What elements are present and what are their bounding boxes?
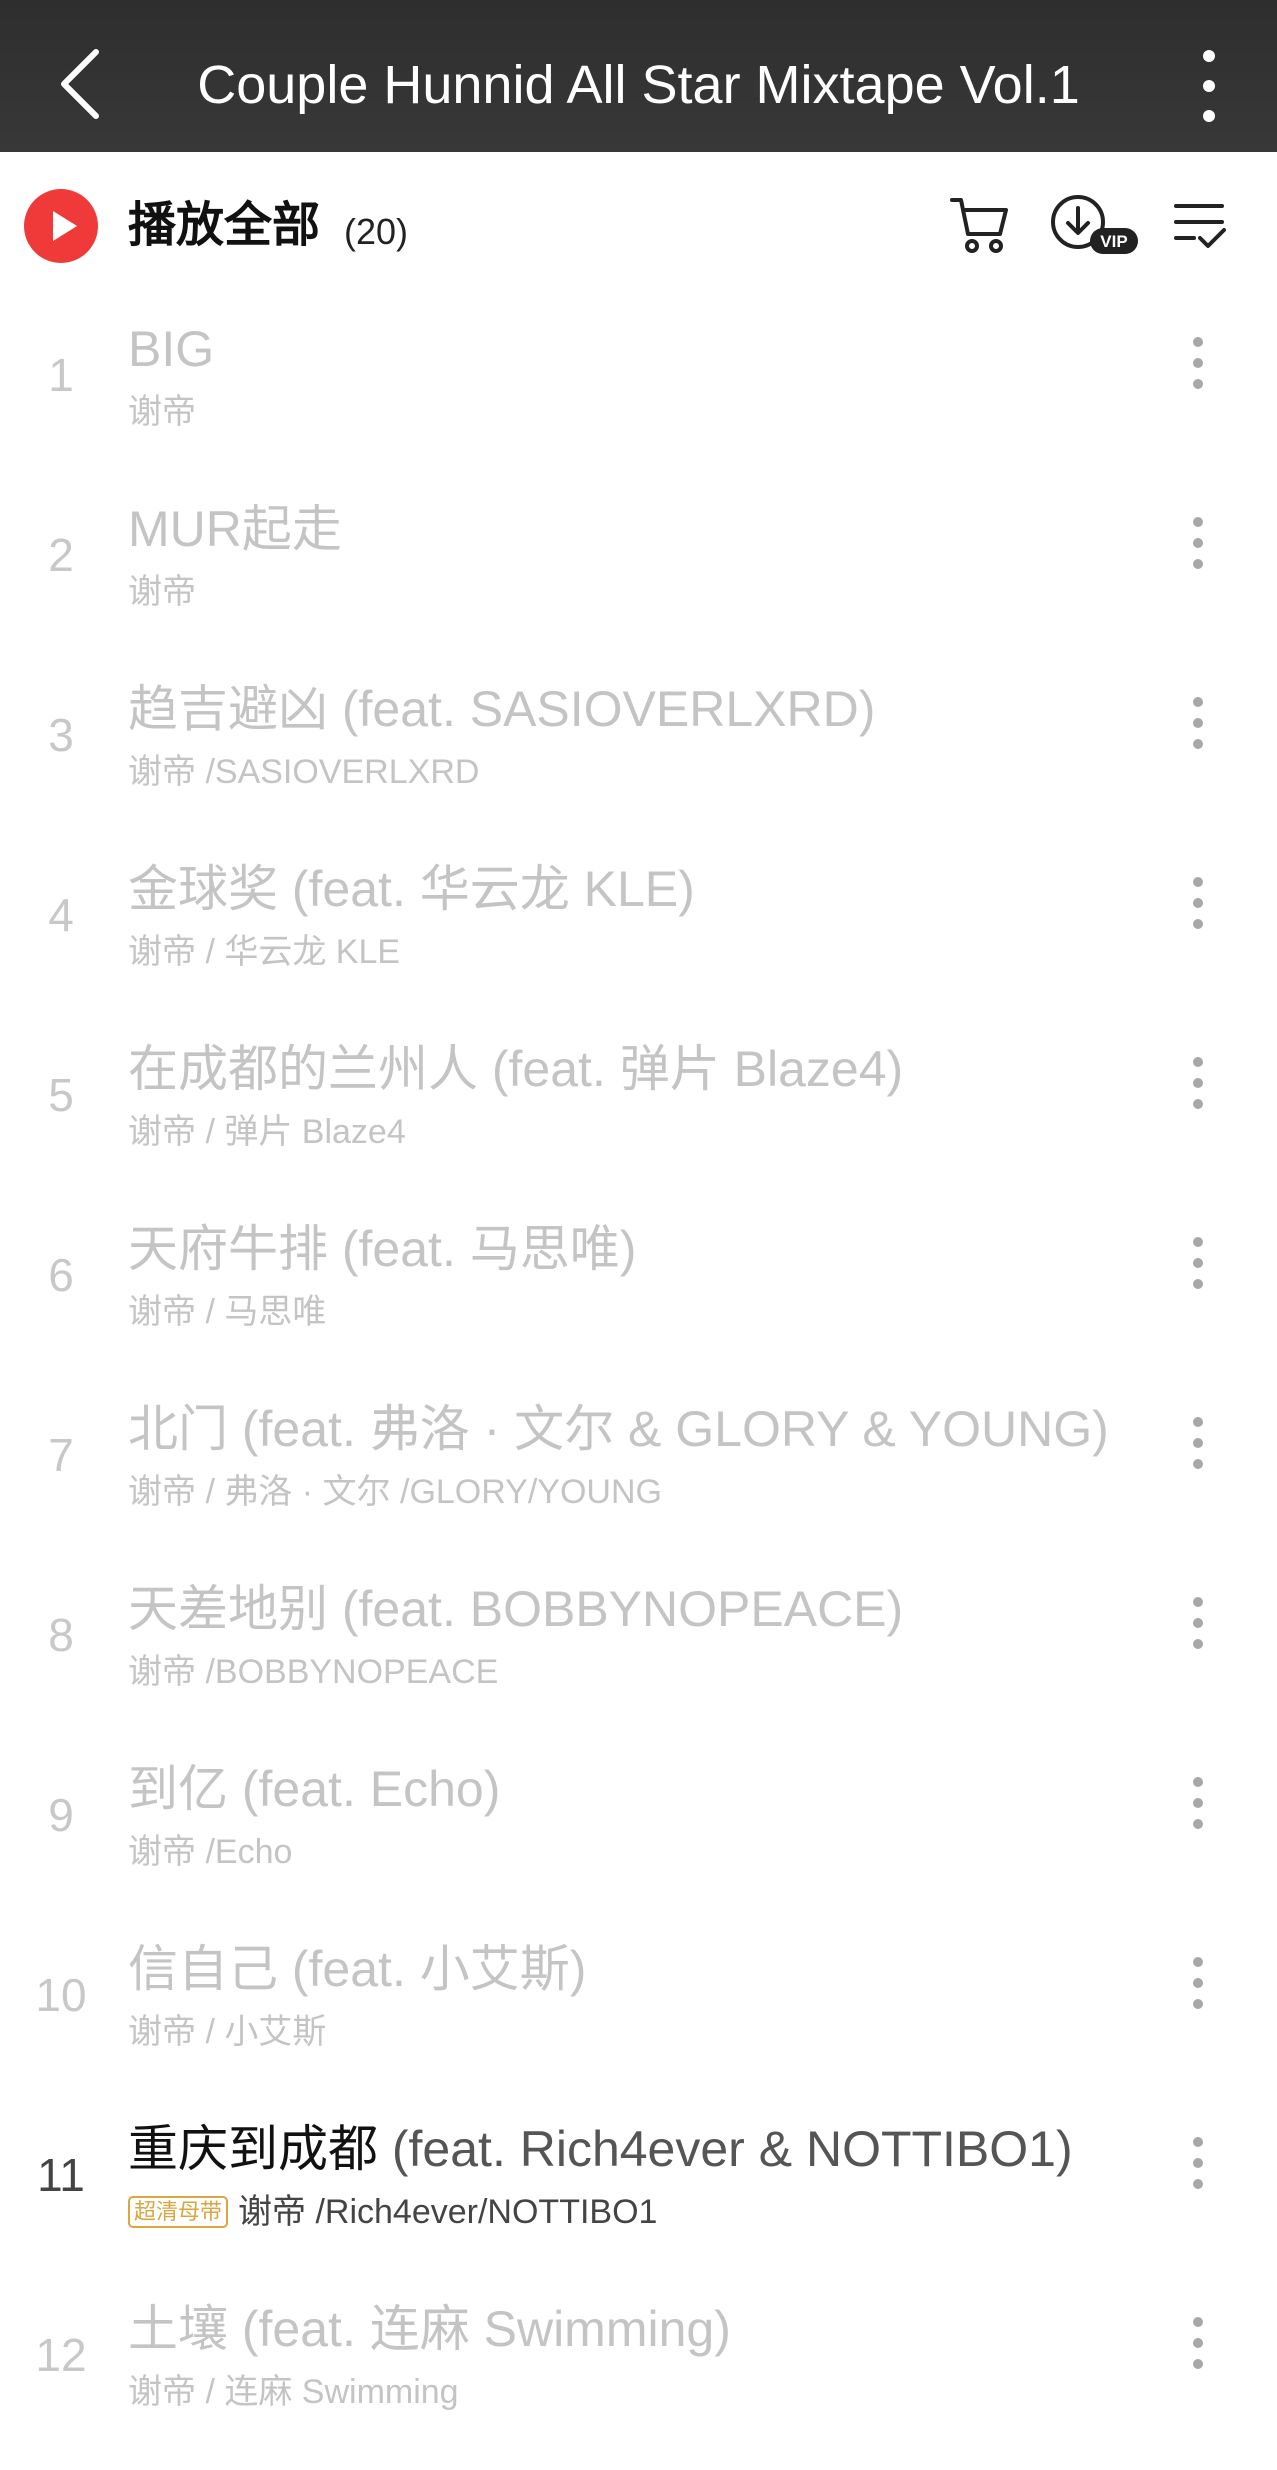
track-number: 5	[48, 1069, 74, 1121]
track-title: 天差地别 (feat. BOBBYNOPEACE)	[128, 1580, 903, 1638]
track-title-feat: (feat. Rich4ever & NOTTIBO1)	[378, 2121, 1073, 2177]
track-title: 金球奖 (feat. 华云龙 KLE)	[128, 860, 695, 918]
track-number: 8	[48, 1609, 74, 1661]
track-artists: 谢帝	[128, 393, 196, 431]
vertical-dots-icon[interactable]	[1188, 1054, 1208, 1112]
track-row[interactable]: 8 天差地别 (feat. BOBBYNOPEACE) 谢帝 /BOBBYNOP…	[0, 1570, 1277, 1750]
list-check-icon[interactable]	[1172, 196, 1228, 254]
track-number: 4	[48, 889, 74, 941]
vertical-dots-icon[interactable]	[1188, 694, 1208, 752]
track-artists: 谢帝 /BOBBYNOPEACE	[128, 1653, 499, 1691]
track-number: 2	[48, 529, 74, 581]
track-title: 趋吉避凶 (feat. SASIOVERLXRD)	[128, 680, 875, 738]
track-number: 9	[48, 1789, 74, 1841]
track-artists: 谢帝 /Echo	[128, 1833, 293, 1871]
track-artists: 谢帝 / 小艾斯	[128, 2013, 327, 2051]
vertical-dots-icon[interactable]	[1188, 1954, 1208, 2012]
track-artists: 谢帝 /SASIOVERLXRD	[128, 753, 480, 791]
track-artists: 谢帝 / 连麻 Swimming	[128, 2373, 459, 2411]
track-title-main: 到亿	[128, 1761, 228, 1817]
track-row[interactable]: 11 重庆到成都 (feat. Rich4ever & NOTTIBO1) 超清…	[0, 2110, 1277, 2290]
track-artists: 谢帝 / 弹片 Blaze4	[128, 1113, 406, 1151]
track-artists: 谢帝	[128, 573, 196, 611]
top-nav-bar: Couple Hunnid All Star Mixtape Vol.1	[0, 0, 1277, 152]
track-title-feat: (feat. 连麻 Swimming)	[228, 2301, 731, 2357]
track-title-main: 天府牛排	[128, 1221, 328, 1277]
track-title: 在成都的兰州人 (feat. 弹片 Blaze4)	[128, 1040, 903, 1098]
track-title-main: 北门	[128, 1401, 228, 1457]
page-title: Couple Hunnid All Star Mixtape Vol.1	[197, 55, 1080, 115]
master-quality-badge: 超清母带	[128, 2196, 229, 2228]
track-row[interactable]: 10 信自己 (feat. 小艾斯) 谢帝 / 小艾斯	[0, 1930, 1277, 2110]
vertical-dots-icon[interactable]	[1188, 1234, 1208, 1292]
track-title-main: 重庆到成都	[128, 2121, 378, 2177]
track-number: 1	[48, 349, 74, 401]
track-number: 7	[48, 1429, 74, 1481]
track-title-main: 在成都的兰州人	[128, 1041, 478, 1097]
track-row[interactable]: 2 MUR起走 谢帝	[0, 490, 1277, 670]
track-row[interactable]: 6 天府牛排 (feat. 马思唯) 谢帝 / 马思唯	[0, 1210, 1277, 1390]
track-title-feat: (feat. BOBBYNOPEACE)	[328, 1581, 904, 1637]
track-title-feat: (feat. Echo)	[228, 1761, 501, 1817]
vertical-dots-icon[interactable]	[1188, 1594, 1208, 1652]
track-artists-text: 谢帝 /Rich4ever/NOTTIBO1	[238, 2193, 658, 2231]
track-row[interactable]: 1 BIG 谢帝	[0, 310, 1277, 490]
track-title-feat: (feat. 华云龙 KLE)	[278, 861, 695, 917]
track-title-main: BIG	[128, 321, 215, 377]
track-number: 10	[35, 1969, 87, 2021]
track-title-feat: (feat. 弗洛 · 文尔 & GLORY & YOUNG)	[228, 1401, 1109, 1457]
track-number: 12	[35, 2329, 87, 2381]
track-title-feat: (feat. 马思唯)	[328, 1221, 637, 1277]
track-number: 11	[37, 2149, 85, 2201]
track-title-main: 信自己	[128, 1941, 278, 1997]
track-title: 重庆到成都 (feat. Rich4ever & NOTTIBO1)	[128, 2120, 1073, 2178]
vertical-dots-icon[interactable]	[1189, 44, 1229, 128]
vertical-dots-icon[interactable]	[1188, 1774, 1208, 1832]
play-all-button[interactable]: 播放全部	[128, 198, 320, 254]
chevron-left-icon[interactable]	[52, 44, 116, 124]
track-row[interactable]: 7 北门 (feat. 弗洛 · 文尔 & GLORY & YOUNG) 谢帝 …	[0, 1390, 1277, 1570]
vertical-dots-icon[interactable]	[1188, 2134, 1208, 2192]
track-number: 3	[48, 709, 74, 761]
track-title-feat: (feat. 小艾斯)	[278, 1941, 587, 1997]
track-title-main: 金球奖	[128, 861, 278, 917]
track-artists: 谢帝 / 弗洛 · 文尔 /GLORY/YOUNG	[128, 1473, 662, 1511]
vip-badge: VIP	[1100, 232, 1127, 251]
track-title-main: MUR起走	[128, 501, 342, 557]
download-vip-icon[interactable]: VIP	[1050, 192, 1140, 258]
track-title: 天府牛排 (feat. 马思唯)	[128, 1220, 636, 1278]
play-circle-icon[interactable]	[24, 189, 98, 263]
track-title-main: 土壤	[128, 2301, 228, 2357]
track-artists: 谢帝 / 华云龙 KLE	[128, 933, 401, 971]
track-artists: 谢帝 / 马思唯	[128, 1293, 327, 1331]
track-artists: 超清母带 谢帝 /Rich4ever/NOTTIBO1	[128, 2192, 657, 2232]
shopping-cart-icon[interactable]	[950, 194, 1012, 256]
track-title-main: 天差地别	[128, 1581, 328, 1637]
track-title: 到亿 (feat. Echo)	[128, 1760, 500, 1818]
track-title: 信自己 (feat. 小艾斯)	[128, 1940, 586, 1998]
track-title: 土壤 (feat. 连麻 Swimming)	[128, 2300, 731, 2358]
track-row[interactable]: 3 趋吉避凶 (feat. SASIOVERLXRD) 谢帝 /SASIOVER…	[0, 670, 1277, 850]
vertical-dots-icon[interactable]	[1188, 874, 1208, 932]
play-all-bar: 播放全部 (20) VIP	[0, 152, 1277, 300]
track-title: 北门 (feat. 弗洛 · 文尔 & GLORY & YOUNG)	[128, 1400, 1109, 1458]
track-row[interactable]: 5 在成都的兰州人 (feat. 弹片 Blaze4) 谢帝 / 弹片 Blaz…	[0, 1030, 1277, 1210]
track-title: MUR起走	[128, 500, 342, 558]
track-row[interactable]: 12 土壤 (feat. 连麻 Swimming) 谢帝 / 连麻 Swimmi…	[0, 2290, 1277, 2470]
track-number: 6	[48, 1249, 74, 1301]
track-row[interactable]: 4 金球奖 (feat. 华云龙 KLE) 谢帝 / 华云龙 KLE	[0, 850, 1277, 1030]
track-title-feat: (feat. 弹片 Blaze4)	[478, 1041, 904, 1097]
track-count: (20)	[344, 211, 409, 252]
track-title-feat: (feat. SASIOVERLXRD)	[328, 681, 876, 737]
track-title: BIG	[128, 320, 214, 378]
vertical-dots-icon[interactable]	[1188, 514, 1208, 572]
vertical-dots-icon[interactable]	[1188, 334, 1208, 392]
vertical-dots-icon[interactable]	[1188, 1414, 1208, 1472]
track-title-main: 趋吉避凶	[128, 681, 328, 737]
vertical-dots-icon[interactable]	[1188, 2314, 1208, 2372]
track-row[interactable]: 9 到亿 (feat. Echo) 谢帝 /Echo	[0, 1750, 1277, 1930]
